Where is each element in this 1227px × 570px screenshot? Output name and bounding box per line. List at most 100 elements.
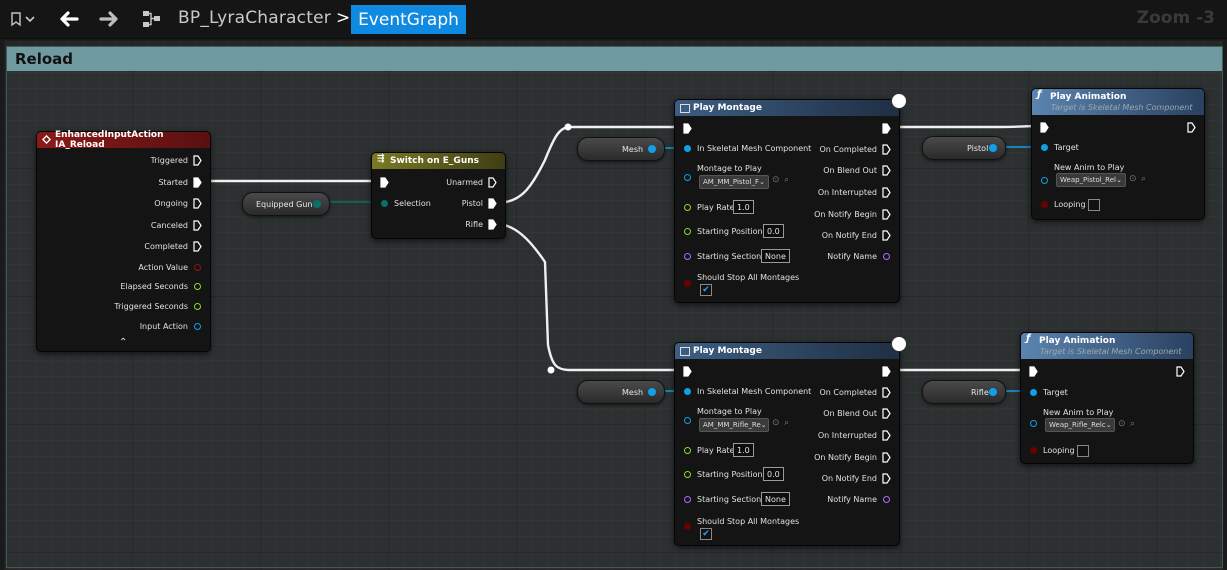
switch-node[interactable]: ⇶ Switch on E_Guns Unarmed Selection Pis… xyxy=(371,152,506,239)
exec-out-on-notify-end-1-icon[interactable] xyxy=(882,230,891,241)
play-animation-node-1[interactable]: ƒ Play Animation Target is Skeletal Mesh… xyxy=(1031,88,1205,220)
pin-input-action[interactable] xyxy=(194,323,201,330)
play-montage-node-2[interactable]: Play Montage In Skeletal Mesh Component … xyxy=(674,336,907,546)
switch-node-header[interactable]: ⇶ Switch on E_Guns xyxy=(372,153,505,169)
search-asset-icon[interactable]: ⌕ xyxy=(784,418,789,428)
montage-1-asset-dropdown[interactable]: AM_MM_Pistol_F ⌄ xyxy=(699,175,769,189)
anim-1-target-pin[interactable] xyxy=(1041,144,1048,151)
exec-out-on-completed-2-icon[interactable] xyxy=(882,387,891,398)
montage-1-playrate-field[interactable]: 1.0 xyxy=(733,200,754,214)
mesh-variable-1-pin[interactable] xyxy=(648,145,656,153)
exec-out-on-interrupted-2-icon[interactable] xyxy=(882,430,891,441)
play-animation-node-2[interactable]: ƒ Play Animation Target is Skeletal Mesh… xyxy=(1020,332,1194,464)
input-action-node-title: EnhancedInputAction IA_Reload xyxy=(55,130,164,150)
exec-out-rifle-icon[interactable] xyxy=(488,219,497,230)
anim-2-asset-pin[interactable] xyxy=(1030,420,1037,427)
montage-2-startpos-pin[interactable] xyxy=(684,471,691,478)
exec-out-on-interrupted-1-icon[interactable] xyxy=(882,187,891,198)
montage-2-playrate-pin[interactable] xyxy=(684,447,691,454)
exec-out-anim-1-icon[interactable] xyxy=(1187,122,1196,133)
anim-1-asset-pin[interactable] xyxy=(1041,177,1048,184)
pin-triggered-seconds[interactable] xyxy=(194,303,201,310)
montage-2-asset-pin[interactable] xyxy=(684,417,691,424)
exec-out-started-icon[interactable] xyxy=(193,177,202,188)
rifle-variable-pin[interactable] xyxy=(989,388,997,396)
play-montage-2-header[interactable]: Play Montage xyxy=(675,343,899,359)
anim-1-looping-pin[interactable] xyxy=(1041,201,1048,208)
browse-asset-icon[interactable]: ⊙ xyxy=(772,418,780,428)
browse-asset-icon[interactable]: ⊙ xyxy=(1118,419,1126,429)
equipped-gun-pin[interactable] xyxy=(313,200,321,208)
montage-2-startpos-field[interactable]: 0.0 xyxy=(763,467,784,481)
exec-in-montage-2-icon[interactable] xyxy=(683,366,692,377)
montage-1-asset-pin[interactable] xyxy=(684,174,691,181)
exec-out-canceled-icon[interactable] xyxy=(193,220,202,231)
montage-1-startpos-pin[interactable] xyxy=(684,228,691,235)
exec-out-on-notify-begin-1-icon[interactable] xyxy=(882,209,891,220)
exec-out-pistol-icon[interactable] xyxy=(488,198,497,209)
mesh-variable-2[interactable]: Mesh xyxy=(577,380,665,404)
exec-out-on-notify-end-2-icon[interactable] xyxy=(882,473,891,484)
exec-in-anim-1-icon[interactable] xyxy=(1040,122,1049,133)
montage-2-notify-name-pin[interactable] xyxy=(883,496,890,503)
montage-2-stopall-checkbox[interactable]: ✔ xyxy=(700,528,712,540)
pin-action-value[interactable] xyxy=(194,264,201,271)
pistol-variable-pin[interactable] xyxy=(989,144,997,152)
montage-2-section-field[interactable]: None xyxy=(761,492,790,506)
mesh-variable-2-pin[interactable] xyxy=(648,388,656,396)
montage-2-stopall-pin[interactable] xyxy=(684,523,691,530)
exec-in-switch-icon[interactable] xyxy=(380,177,389,188)
play-montage-node-1[interactable]: Play Montage In Skeletal Mesh Component … xyxy=(674,93,907,303)
montage-1-stopall-checkbox[interactable]: ✔ xyxy=(700,284,712,296)
anim-2-target-pin[interactable] xyxy=(1030,389,1037,396)
montage-2-section-pin[interactable] xyxy=(684,496,691,503)
exec-out-ongoing-icon[interactable] xyxy=(193,198,202,209)
browse-asset-icon[interactable]: ⊙ xyxy=(1129,174,1137,184)
anim-2-asset-dropdown[interactable]: Weap_Rifle_Relc ⌄ xyxy=(1045,418,1115,432)
montage-1-stopall-pin[interactable] xyxy=(684,280,691,287)
exec-out-unarmed-icon[interactable] xyxy=(488,177,497,188)
exec-out-montage-1-icon[interactable] xyxy=(882,123,891,134)
search-asset-icon[interactable]: ⌕ xyxy=(784,175,789,185)
anim-2-looping-checkbox[interactable] xyxy=(1077,445,1089,457)
pin-elapsed-seconds[interactable] xyxy=(194,283,201,290)
exec-out-on-blend-out-1-icon[interactable] xyxy=(882,165,891,176)
montage-1-notify-name-pin[interactable] xyxy=(883,253,890,260)
function-icon: ƒ xyxy=(1037,89,1042,100)
exec-out-completed-icon[interactable] xyxy=(193,241,202,252)
anim-2-looping-pin[interactable] xyxy=(1030,447,1037,454)
search-asset-icon[interactable]: ⌕ xyxy=(1141,174,1146,184)
mesh-variable-1[interactable]: Mesh xyxy=(577,137,665,161)
pin-label-started: Started xyxy=(158,178,188,187)
anim-1-looping-checkbox[interactable] xyxy=(1088,199,1100,211)
pistol-variable[interactable]: Pistol xyxy=(922,136,1006,160)
play-montage-1-header[interactable]: Play Montage xyxy=(675,100,899,116)
input-action-node[interactable]: EnhancedInputAction IA_Reload Triggered … xyxy=(36,130,211,352)
exec-out-on-completed-1-icon[interactable] xyxy=(882,144,891,155)
anim-1-asset-dropdown[interactable]: Weap_Pistol_Rel ⌄ xyxy=(1056,173,1126,187)
montage-1-section-field[interactable]: None xyxy=(761,249,790,263)
exec-out-triggered-icon[interactable] xyxy=(193,155,202,166)
exec-out-on-notify-begin-2-icon[interactable] xyxy=(882,452,891,463)
pin-label-completed: Completed xyxy=(144,242,188,251)
montage-1-section-pin[interactable] xyxy=(684,253,691,260)
exec-in-montage-1-icon[interactable] xyxy=(683,123,692,134)
exec-out-montage-2-icon[interactable] xyxy=(882,366,891,377)
browse-asset-icon[interactable]: ⊙ xyxy=(772,175,780,185)
collapse-arrow-icon[interactable]: ⌃ xyxy=(119,337,127,348)
montage-2-mesh-pin[interactable] xyxy=(684,388,691,395)
montage-1-stopall-label: Should Stop All Montages xyxy=(697,273,800,282)
montage-2-playrate-field[interactable]: 1.0 xyxy=(733,443,754,457)
equipped-gun-variable[interactable]: Equipped Gun xyxy=(242,192,330,216)
exec-in-anim-2-icon[interactable] xyxy=(1029,366,1038,377)
search-asset-icon[interactable]: ⌕ xyxy=(1130,419,1135,429)
exec-out-on-blend-out-2-icon[interactable] xyxy=(882,408,891,419)
montage-1-mesh-pin[interactable] xyxy=(684,145,691,152)
switch-selection-pin[interactable] xyxy=(381,200,388,207)
exec-out-anim-2-icon[interactable] xyxy=(1176,366,1185,377)
montage-1-startpos-field[interactable]: 0.0 xyxy=(763,224,784,238)
rifle-variable[interactable]: Rifle xyxy=(922,380,1006,404)
input-action-node-header[interactable]: EnhancedInputAction IA_Reload xyxy=(37,130,210,150)
montage-2-asset-dropdown[interactable]: AM_MM_Rifle_Re ⌄ xyxy=(699,418,769,432)
montage-1-playrate-pin[interactable] xyxy=(684,204,691,211)
